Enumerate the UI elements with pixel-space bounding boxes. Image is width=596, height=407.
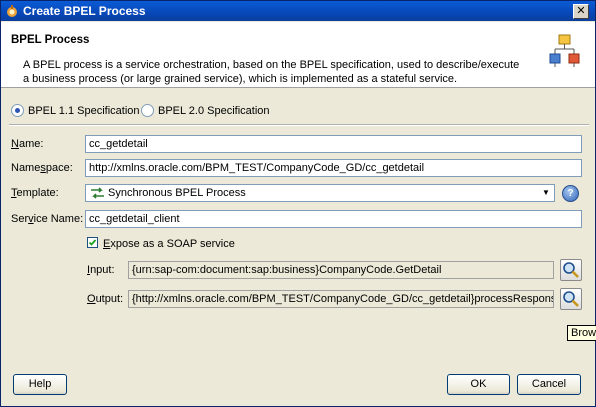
- namespace-field[interactable]: http://xmlns.oracle.com/BPM_TEST/Company…: [85, 159, 582, 177]
- name-label: Name:: [11, 138, 44, 150]
- output-field[interactable]: {http://xmlns.oracle.com/BPM_TEST/Compan…: [128, 290, 554, 308]
- bpel-20-label: BPEL 2.0 Specification: [158, 104, 270, 117]
- input-label: Input:: [87, 264, 115, 276]
- template-select[interactable]: Synchronous BPEL Process ▼: [85, 184, 555, 202]
- browse-tooltip: Browse: [567, 325, 596, 341]
- header-description: A BPEL process is a service orchestratio…: [23, 59, 520, 85]
- input-field[interactable]: {urn:sap-com:document:sap:business}Compa…: [128, 261, 554, 279]
- bpel-11-label: BPEL 1.1 Specification: [28, 104, 140, 117]
- create-bpel-process-dialog: Create BPEL Process ✕ BPEL Process A BPE…: [0, 0, 596, 407]
- app-icon: [7, 5, 17, 17]
- bpel-11-radio[interactable]: [11, 104, 24, 117]
- sync-process-icon: [91, 187, 104, 199]
- bpel-20-radio[interactable]: [141, 104, 154, 117]
- service-name-field[interactable]: cc_getdetail_client: [85, 210, 582, 228]
- search-icon: [563, 262, 579, 278]
- browse-output-button[interactable]: [560, 288, 582, 310]
- chevron-down-icon[interactable]: ▼: [540, 187, 552, 199]
- expose-soap-label: Expose as a SOAP service: [103, 238, 235, 250]
- checkmark-icon: [88, 239, 97, 246]
- window-title: Create BPEL Process: [23, 4, 146, 18]
- header-title: BPEL Process: [11, 34, 90, 46]
- bpel-20-option[interactable]: BPEL 2.0 Specification: [141, 104, 270, 117]
- name-field[interactable]: cc_getdetail: [85, 135, 582, 153]
- namespace-label: Namespace:: [11, 162, 73, 174]
- service-name-label: Service Name:: [11, 213, 84, 225]
- title-bar[interactable]: Create BPEL Process ✕: [1, 1, 595, 21]
- close-button[interactable]: ✕: [573, 4, 589, 19]
- bpel-11-option[interactable]: BPEL 1.1 Specification: [11, 104, 140, 117]
- separator: [9, 124, 589, 126]
- search-icon: [563, 291, 579, 307]
- help-button[interactable]: Help: [13, 374, 67, 395]
- close-icon: ✕: [576, 4, 586, 17]
- wizard-header: BPEL Process A BPEL process is a service…: [1, 22, 595, 88]
- browse-input-button[interactable]: [560, 259, 582, 281]
- template-value: Synchronous BPEL Process: [108, 187, 246, 199]
- ok-button[interactable]: OK: [447, 374, 510, 395]
- output-label: Output:: [87, 293, 124, 305]
- help-icon[interactable]: ?: [562, 185, 579, 202]
- cancel-button[interactable]: Cancel: [517, 374, 581, 395]
- template-label: Template:: [11, 187, 59, 199]
- expose-soap-checkbox[interactable]: [87, 237, 98, 248]
- bpel-process-icon: [549, 34, 580, 67]
